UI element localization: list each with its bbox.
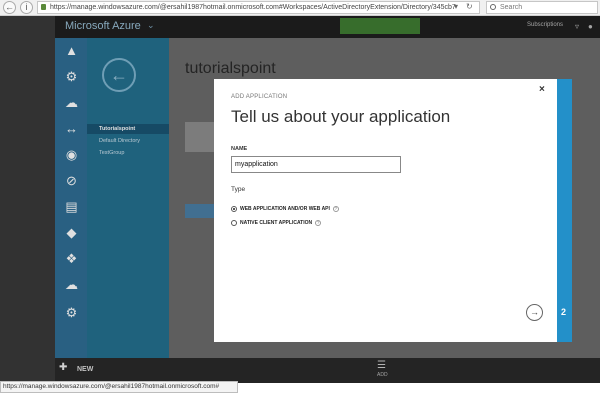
help-icon[interactable]: ? — [315, 219, 322, 226]
search-icon — [490, 4, 496, 10]
next-arrow-button[interactable]: → — [526, 304, 543, 321]
lock-icon — [41, 4, 46, 10]
url-text: https://manage.windowsazure.com/@ersahil… — [50, 4, 456, 11]
search-placeholder: Search — [500, 4, 523, 11]
help-icon[interactable]: ? — [332, 205, 339, 212]
name-label: NAME — [231, 146, 248, 152]
web-app-radio[interactable] — [231, 205, 237, 212]
reload-icon[interactable]: ↻ — [466, 1, 473, 12]
info-icon[interactable]: i — [20, 1, 33, 14]
close-icon[interactable]: × — [539, 84, 545, 95]
search-input[interactable]: Search — [486, 1, 598, 14]
status-bar: https://manage.windowsazure.com/@ersahil… — [0, 381, 238, 393]
type-label: Type — [231, 186, 246, 193]
option-web-application[interactable]: WEB APPLICATION AND/OR WEB API ? — [231, 204, 339, 213]
add-application-dialog: ADD APPLICATION × Tell us about your app… — [214, 79, 557, 342]
wizard-step-bar — [557, 79, 572, 342]
step-number: 2 — [561, 307, 567, 317]
dialog-heading: Tell us about your application — [231, 107, 451, 126]
native-client-label: NATIVE CLIENT APPLICATION — [240, 219, 313, 226]
name-field[interactable]: myapplication — [231, 156, 401, 173]
web-app-label: WEB APPLICATION AND/OR WEB API — [240, 205, 330, 212]
address-bar[interactable]: https://manage.windowsazure.com/@ersahil… — [37, 1, 480, 14]
browser-toolbar: ← i https://manage.windowsazure.com/@ers… — [0, 0, 600, 16]
dropdown-icon[interactable]: ▾ — [454, 1, 458, 12]
dialog-subtitle: ADD APPLICATION — [231, 94, 288, 100]
native-client-radio[interactable] — [231, 219, 237, 226]
option-native-client[interactable]: NATIVE CLIENT APPLICATION ? — [231, 218, 322, 227]
back-button[interactable]: ← — [3, 1, 16, 14]
